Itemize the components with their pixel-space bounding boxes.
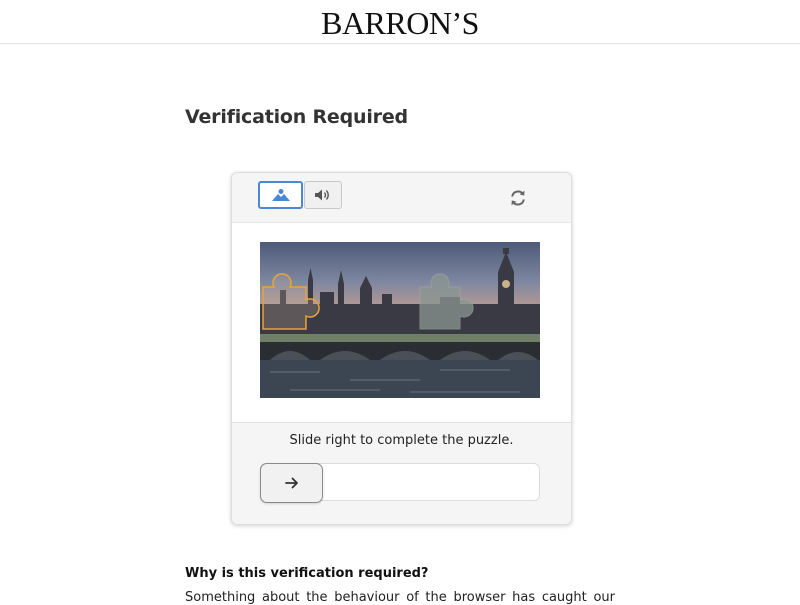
speaker-icon xyxy=(315,189,329,201)
why-heading: Why is this verification required? xyxy=(185,566,429,581)
arrow-right-icon xyxy=(284,477,298,489)
refresh-icon xyxy=(511,190,525,206)
captcha-header xyxy=(232,173,571,223)
captcha-widget: Slide right to complete the puzzle. xyxy=(231,172,572,525)
barrons-logo[interactable]: BARRON’S xyxy=(0,5,800,41)
westminster-scene xyxy=(260,248,540,398)
puzzle-image xyxy=(260,242,540,398)
audio-mode-button[interactable] xyxy=(304,181,342,209)
captcha-body xyxy=(232,223,571,423)
image-mode-button[interactable] xyxy=(258,181,303,209)
page-title: Verification Required xyxy=(185,106,408,128)
top-bar: BARRON’S xyxy=(0,0,800,44)
image-icon xyxy=(271,189,290,201)
refresh-button[interactable] xyxy=(507,187,529,209)
slider-handle[interactable] xyxy=(260,463,323,503)
slider-instruction: Slide right to complete the puzzle. xyxy=(289,433,514,448)
why-text: Something about the behaviour of the bro… xyxy=(185,590,615,605)
